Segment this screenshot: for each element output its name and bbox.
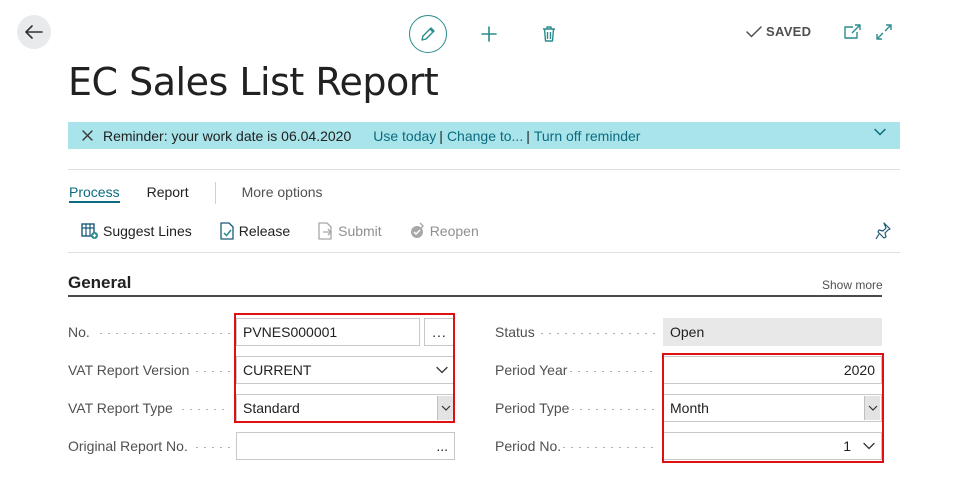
original-report-no-assist-button[interactable]: ... [436,438,448,454]
leader-dots [572,409,657,410]
chevron-down-icon [441,405,450,411]
suggest-lines-label: Suggest Lines [103,223,192,239]
delete-button[interactable] [541,25,557,43]
saved-label: SAVED [766,24,812,39]
period-no-label: Period No. [495,438,562,454]
show-more-link[interactable]: Show more [822,278,883,292]
leader-dots [570,371,657,372]
action-tabs: Process Report More options [69,182,323,204]
submit-icon [318,222,333,240]
tab-more-options[interactable]: More options [242,184,323,203]
trash-icon [543,26,555,42]
reopen-label: Reopen [429,223,479,239]
tab-process[interactable]: Process [69,184,120,203]
action-toolbar: Suggest Lines Release Submit Reopen [81,222,506,240]
new-button[interactable] [480,25,498,43]
dismiss-reminder-button[interactable] [82,130,93,141]
open-new-window-button[interactable] [843,23,861,41]
collapse-reminder-button[interactable] [874,128,886,136]
top-actions [409,15,557,53]
period-type-dropdown-button[interactable] [864,396,880,420]
leader-dots [100,333,230,334]
window-actions [843,23,893,41]
period-no-select[interactable]: 1 [663,432,882,460]
expand-icon [876,24,892,40]
divider [68,252,900,253]
vat-report-type-select[interactable]: Standard [236,394,455,422]
reminder-separator: | [439,127,443,144]
work-date-reminder: Reminder: your work date is 06.04.2020 U… [68,122,900,149]
page-title: EC Sales List Report [68,60,439,104]
period-year-label: Period Year [495,362,568,378]
submit-button[interactable]: Submit [317,222,382,240]
change-to-link[interactable]: Change to... [447,128,523,144]
no-assist-button[interactable]: ... [424,318,455,346]
period-year-input[interactable]: 2020 [663,356,882,384]
period-no-value: 1 [843,438,851,454]
section-general-title: General [68,273,132,292]
submit-label: Submit [338,223,382,239]
vat-report-type-value: Standard [243,400,300,416]
pin-action-bar-button[interactable] [875,222,891,245]
leader-dots [563,447,657,448]
no-label: No. [68,324,90,340]
leader-dots [541,333,657,334]
leader-dots [196,447,230,448]
original-report-no-input[interactable]: ... [236,432,455,460]
tab-report[interactable]: Report [147,184,189,203]
checkmark-icon [746,25,762,38]
chevron-down-icon [863,442,875,450]
back-arrow-icon [25,25,43,39]
chevron-down-icon [436,366,448,374]
vat-report-version-value: CURRENT [243,362,312,378]
release-label: Release [238,223,291,239]
edit-pencil-icon [421,27,435,41]
divider [68,169,900,170]
reminder-text: Reminder: your work date is 06.04.2020 [103,127,352,144]
section-underline [68,295,882,297]
release-doc-icon [220,222,234,240]
edit-button[interactable] [409,15,447,53]
vat-report-type-label: VAT Report Type [68,400,173,416]
use-today-link[interactable]: Use today [373,128,436,144]
original-report-no-label: Original Report No. [68,438,188,454]
chevron-down-icon [874,128,886,136]
chevron-down-icon [868,405,877,411]
period-type-select[interactable]: Month [663,394,882,422]
reminder-separator: | [526,127,530,144]
status-label: Status [495,324,535,340]
turn-off-reminder-link[interactable]: Turn off reminder [534,128,641,144]
vat-report-version-select[interactable]: CURRENT [236,356,455,384]
suggest-lines-icon [81,223,98,239]
suggest-lines-button[interactable]: Suggest Lines [81,222,192,240]
status-field: Open [663,318,882,346]
close-icon [82,130,93,141]
period-type-label: Period Type [495,400,570,416]
reopen-button[interactable]: Reopen [409,222,479,240]
expand-button[interactable] [875,23,893,41]
back-button[interactable] [17,15,51,49]
open-new-window-icon [844,24,861,39]
leader-dots [196,371,230,372]
no-input[interactable]: PVNES000001 [236,318,420,346]
period-type-value: Month [670,400,709,416]
no-value: PVNES000001 [243,324,338,340]
leader-dots [182,409,230,410]
pin-icon [875,222,891,240]
period-year-value: 2020 [843,362,875,378]
vat-report-type-dropdown-button[interactable] [437,396,453,420]
vat-report-version-label: VAT Report Version [68,362,190,378]
release-button[interactable]: Release [219,222,290,240]
plus-icon [481,26,497,42]
tab-divider [214,182,216,204]
saved-indicator: SAVED [746,24,811,39]
reopen-icon [410,222,424,238]
status-value: Open [670,324,705,340]
